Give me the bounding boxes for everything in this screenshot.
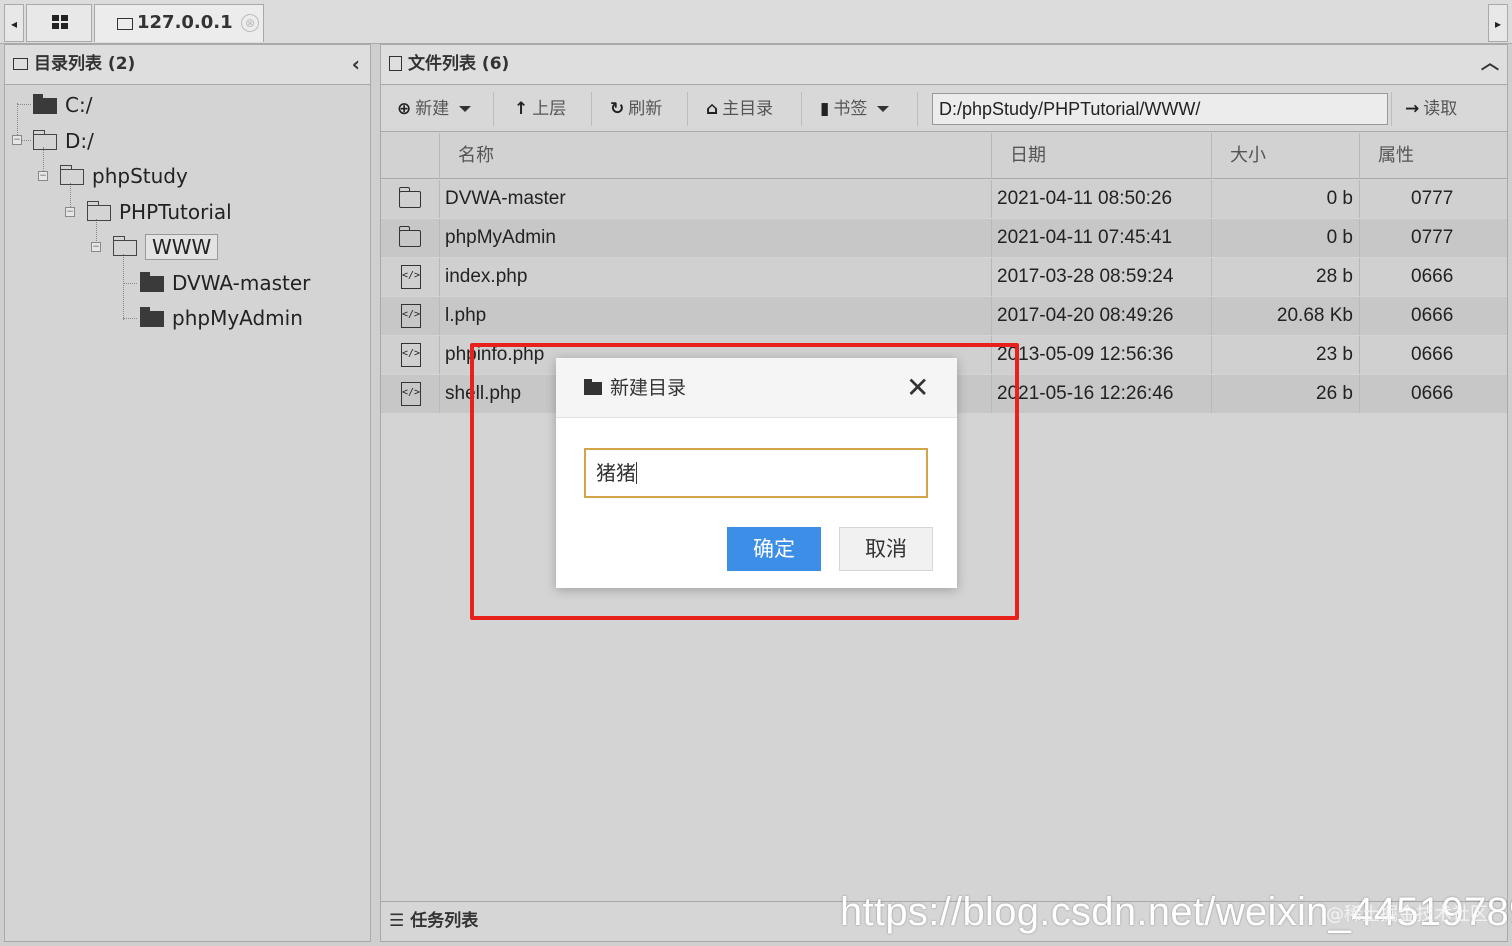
column-header-date[interactable]: 日期 — [991, 133, 1211, 179]
code-file-icon: </> — [401, 343, 421, 367]
folder-icon — [398, 187, 421, 208]
arrow-up-icon: ↑ — [514, 99, 529, 119]
file-toolbar: ⊕ 新建 ↑ 上层 ↻ 刷新 ⌂ 主目录 ▮ 书签 D:/phpStudy/PHPTuto… — [381, 86, 1507, 132]
bookmark-button[interactable]: ▮ 书签 — [820, 94, 890, 124]
directory-panel-title: 目录列表 (2) — [34, 54, 136, 74]
directory-name-input[interactable]: 猪猪 — [584, 448, 928, 498]
tree-node-dvwa-master[interactable]: DVWA-master — [140, 268, 310, 298]
refresh-icon: ↻ — [610, 99, 625, 119]
tab-scroll-left-button[interactable]: ◂ — [4, 4, 24, 42]
file-list-header: 文件列表 (6) ︿ — [381, 45, 1507, 85]
new-button[interactable]: ⊕ 新建 — [397, 94, 472, 124]
home-directory-button[interactable]: ⌂ 主目录 — [706, 94, 773, 124]
caret-down-icon — [459, 106, 472, 112]
table-row[interactable]: DVWA-master 2021-04-11 08:50:26 0 b 0777 — [381, 180, 1507, 218]
folder-open-icon — [32, 130, 57, 150]
code-file-icon: </> — [401, 304, 421, 328]
dialog-header: 新建目录 ✕ — [556, 358, 957, 418]
home-grid-button[interactable] — [26, 4, 92, 42]
path-input[interactable]: D:/phpStudy/PHPTutorial/WWW/ — [932, 93, 1388, 125]
table-row[interactable]: </> l.php 2017-04-20 08:49:26 20.68 Kb 0… — [381, 297, 1507, 335]
folder-icon — [117, 18, 133, 30]
tree-node-c[interactable]: C:/ — [33, 90, 92, 120]
folder-icon — [398, 226, 421, 247]
confirm-button[interactable]: 确定 — [727, 527, 821, 571]
folder-icon — [584, 379, 602, 395]
tree-node-phpstudy[interactable]: phpStudy — [59, 161, 188, 191]
folder-icon — [13, 58, 28, 70]
close-icon[interactable]: ✕ — [906, 358, 929, 418]
folder-icon — [140, 272, 164, 292]
column-header-attr[interactable]: 属性 — [1359, 133, 1507, 179]
column-header-name[interactable]: 名称 — [439, 133, 991, 179]
file-list-title: 文件列表 (6) — [408, 54, 510, 74]
arrow-right-icon: → — [1405, 99, 1420, 119]
caret-down-icon — [877, 106, 890, 112]
task-list-label: 任务列表 — [410, 911, 479, 931]
expand-www-toggle[interactable]: − — [91, 242, 101, 252]
expand-d-toggle[interactable]: − — [12, 135, 22, 145]
text-cursor — [636, 462, 637, 484]
folder-icon — [33, 94, 57, 114]
collapse-left-icon[interactable]: ‹ — [352, 45, 360, 83]
tab-close-icon[interactable]: ⊗ — [241, 14, 259, 32]
tree-node-phpmyadmin[interactable]: phpMyAdmin — [140, 303, 303, 333]
refresh-button[interactable]: ↻ 刷新 — [610, 94, 662, 124]
code-file-icon: </> — [401, 382, 421, 406]
expand-phptutorial-toggle[interactable]: − — [65, 207, 75, 217]
tab-127-0-0-1[interactable]: 127.0.0.1 ⊗ — [94, 4, 264, 42]
folder-open-icon — [59, 165, 84, 185]
folder-open-icon — [112, 236, 137, 256]
collapse-up-icon[interactable]: ︿ — [1481, 45, 1499, 83]
tree-node-www[interactable]: WWW — [112, 232, 219, 262]
directory-panel-header: 目录列表 (2) ‹ — [5, 45, 370, 85]
code-file-icon: </> — [401, 265, 421, 289]
list-icon: ☰ — [389, 911, 405, 931]
up-level-button[interactable]: ↑ 上层 — [514, 94, 566, 124]
directory-panel: 目录列表 (2) ‹ − − − − C:/ D:/ phpStudy PHPT… — [4, 44, 371, 942]
top-tab-bar: ◂ 127.0.0.1 ⊗ ▸ — [0, 0, 1512, 44]
file-table-header: 名称 日期 大小 属性 — [381, 133, 1507, 179]
cancel-button[interactable]: 取消 — [839, 527, 933, 571]
new-directory-dialog: 新建目录 ✕ 猪猪 确定 取消 — [556, 358, 957, 588]
tree-node-d[interactable]: D:/ — [32, 126, 94, 156]
table-row[interactable]: </> index.php 2017-03-28 08:59:24 28 b 0… — [381, 258, 1507, 296]
home-icon: ⌂ — [706, 99, 719, 119]
plus-circle-icon: ⊕ — [397, 99, 412, 119]
dialog-title: 新建目录 — [610, 377, 687, 399]
bookmark-icon: ▮ — [820, 99, 830, 119]
expand-phpstudy-toggle[interactable]: − — [38, 171, 48, 181]
tab-scroll-right-button[interactable]: ▸ — [1488, 4, 1508, 42]
folder-icon — [140, 307, 164, 327]
tab-label: 127.0.0.1 — [137, 12, 233, 33]
site-watermark: @稀土掘金技术社区 — [1326, 904, 1488, 925]
folder-open-icon — [86, 201, 111, 221]
panel-splitter[interactable] — [371, 44, 380, 942]
grid-icon — [52, 15, 59, 21]
read-button[interactable]: → 读取 — [1405, 94, 1457, 124]
table-row[interactable]: phpMyAdmin 2021-04-11 07:45:41 0 b 0777 — [381, 219, 1507, 257]
tree-node-phptutorial[interactable]: PHPTutorial — [86, 197, 232, 227]
column-header-size[interactable]: 大小 — [1211, 133, 1359, 179]
file-icon — [389, 56, 402, 71]
